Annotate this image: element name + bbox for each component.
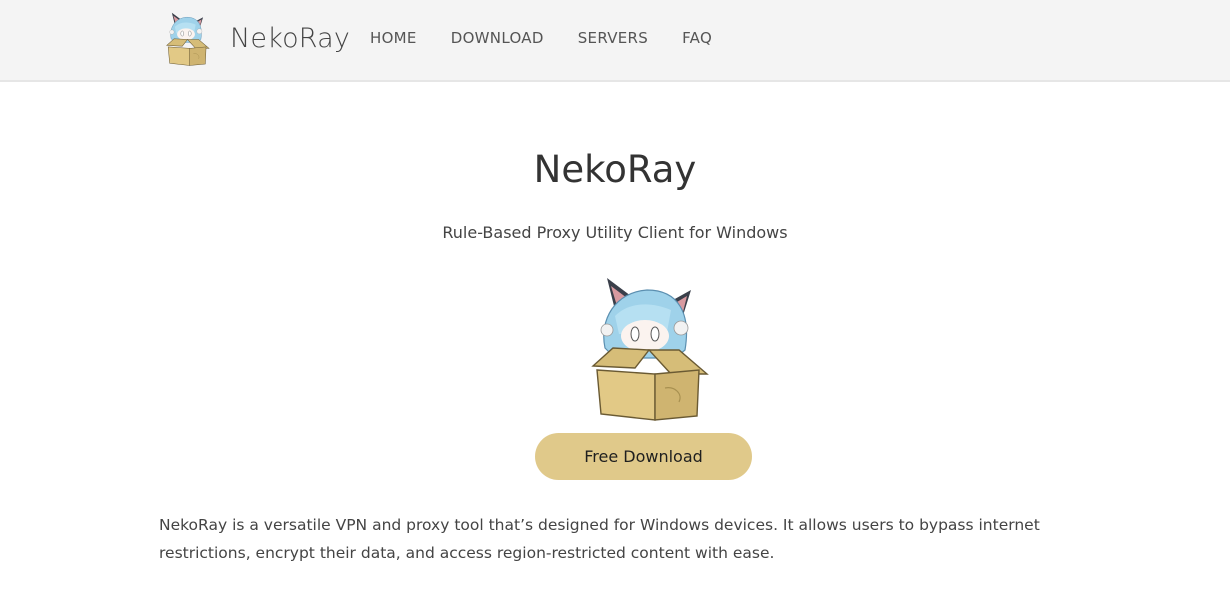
site-brand: NekoRay xyxy=(230,22,351,54)
page-title: NekoRay xyxy=(533,148,697,191)
nav-home[interactable]: HOME xyxy=(370,29,417,47)
nav-faq[interactable]: FAQ xyxy=(682,29,712,47)
site-header: NekoRay HOME DOWNLOAD SERVERS FAQ xyxy=(0,0,1230,82)
logo-link[interactable]: NekoRay xyxy=(160,8,350,68)
free-download-button[interactable]: Free Download xyxy=(535,433,752,480)
intro-paragraph: NekoRay is a versatile VPN and proxy too… xyxy=(159,516,1040,562)
nav-download[interactable]: DOWNLOAD xyxy=(451,29,544,47)
nekoray-mascot-logo-icon xyxy=(160,9,212,67)
main-nav: HOME DOWNLOAD SERVERS FAQ xyxy=(370,26,746,50)
nav-servers[interactable]: SERVERS xyxy=(578,29,648,47)
nekoray-mascot-in-box-icon xyxy=(575,270,715,422)
page-subtitle: Rule-Based Proxy Utility Client for Wind… xyxy=(442,223,788,242)
